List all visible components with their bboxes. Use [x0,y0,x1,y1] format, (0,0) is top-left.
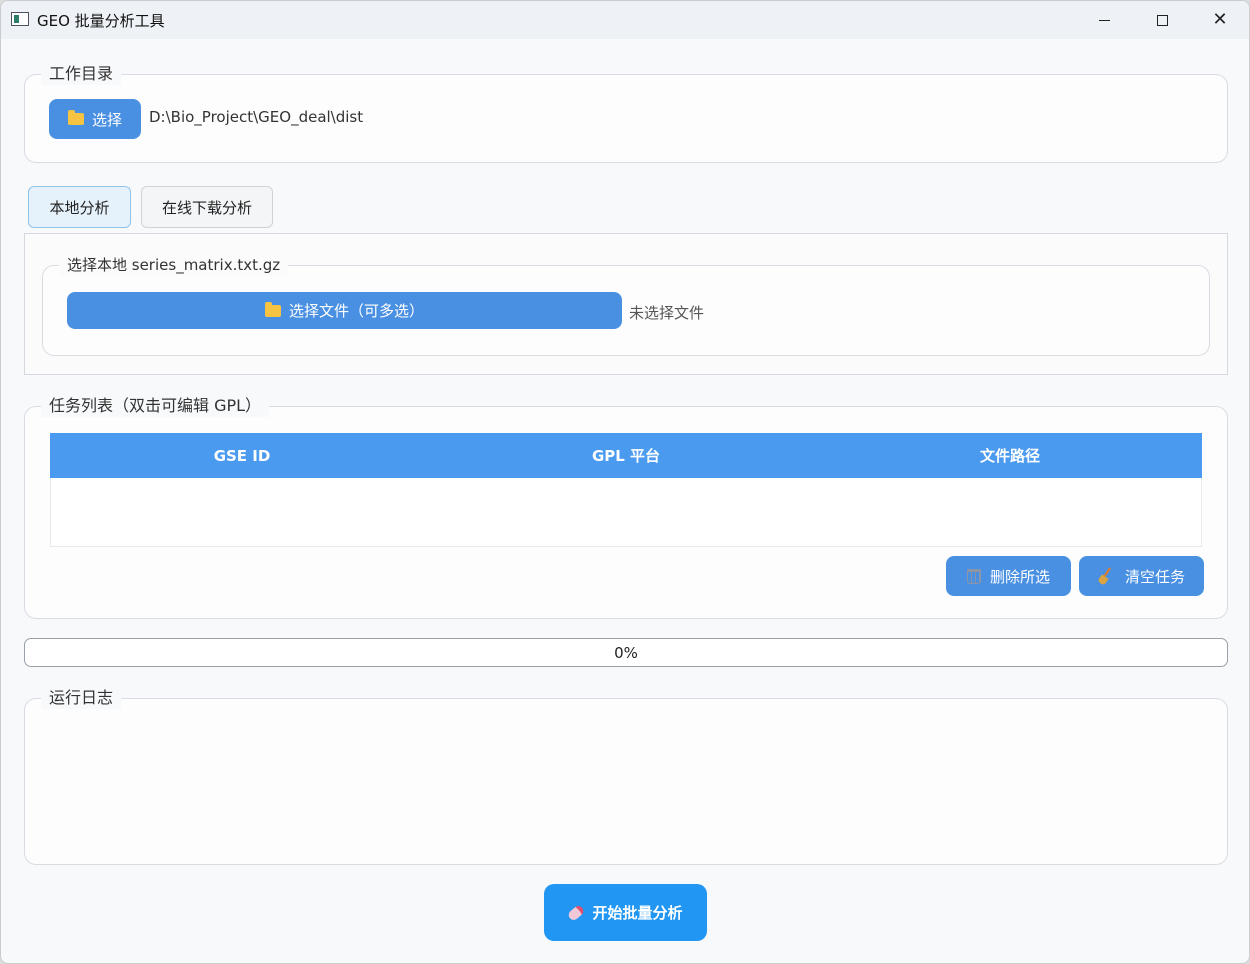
maximize-button[interactable] [1133,1,1191,39]
clear-tasks-label: 清空任务 [1124,567,1185,586]
choose-dir-button[interactable]: 选择 [49,99,141,139]
delete-selected-button[interactable]: 删除所选 [946,556,1071,596]
maximize-icon [1156,14,1168,26]
clear-tasks-button[interactable]: 清空任务 [1079,556,1204,596]
window-title: GEO 批量分析工具 [37,12,165,30]
choose-files-button[interactable]: 选择文件（可多选） [67,292,622,329]
column-gpl-platform[interactable]: GPL 平台 [434,433,818,478]
file-status: 未选择文件 [629,304,705,322]
progress-bar: 0% [24,638,1228,667]
local-tab-panel: 选择本地 series_matrix.txt.gz 选择文件（可多选） 未选择文… [24,233,1228,375]
app-window: GEO 批量分析工具 ✕ 工作目录 选择 D:\Bio_Project\GEO_… [0,0,1250,964]
app-icon [11,12,29,26]
workdir-label: 工作目录 [41,63,122,85]
minimize-icon [1098,19,1110,21]
close-icon: ✕ [1212,9,1228,30]
title-bar: GEO 批量分析工具 ✕ [1,1,1249,39]
column-gse-id[interactable]: GSE ID [50,433,434,478]
workdir-path: D:\Bio_Project\GEO_deal\dist [149,108,364,126]
start-batch-label: 开始批量分析 [592,904,683,922]
folder-icon [67,110,84,125]
tab-local-label: 本地分析 [49,198,110,217]
minimize-button[interactable] [1075,1,1133,39]
task-table-body[interactable] [50,478,1202,547]
trash-icon [966,568,981,584]
broom-icon [1098,567,1116,585]
local-file-label: 选择本地 series_matrix.txt.gz [59,254,289,276]
log-label: 运行日志 [41,687,122,709]
choose-dir-label: 选择 [91,110,122,129]
column-file-path[interactable]: 文件路径 [818,433,1202,478]
tab-local-analysis[interactable]: 本地分析 [28,186,131,228]
task-table-header: GSE ID GPL 平台 文件路径 [50,433,1202,478]
tab-online-analysis[interactable]: 在线下载分析 [141,186,273,228]
delete-selected-label: 删除所选 [989,567,1050,586]
task-list-label: 任务列表（双击可编辑 GPL） [41,395,270,417]
log-output[interactable] [35,713,1217,854]
rocket-icon [567,903,586,922]
progress-text: 0% [614,643,638,662]
choose-files-label: 选择文件（可多选） [288,302,424,320]
task-list-group: 任务列表（双击可编辑 GPL） GSE ID GPL 平台 文件路径 删除所选 … [24,395,1228,619]
start-batch-button[interactable]: 开始批量分析 [544,884,707,941]
workdir-group: 工作目录 选择 D:\Bio_Project\GEO_deal\dist [24,63,1228,163]
local-file-group: 选择本地 series_matrix.txt.gz 选择文件（可多选） 未选择文… [42,254,1210,356]
folder-icon [264,301,281,317]
close-button[interactable]: ✕ [1191,1,1249,39]
tab-online-label: 在线下载分析 [161,198,252,217]
log-group: 运行日志 [24,687,1228,865]
